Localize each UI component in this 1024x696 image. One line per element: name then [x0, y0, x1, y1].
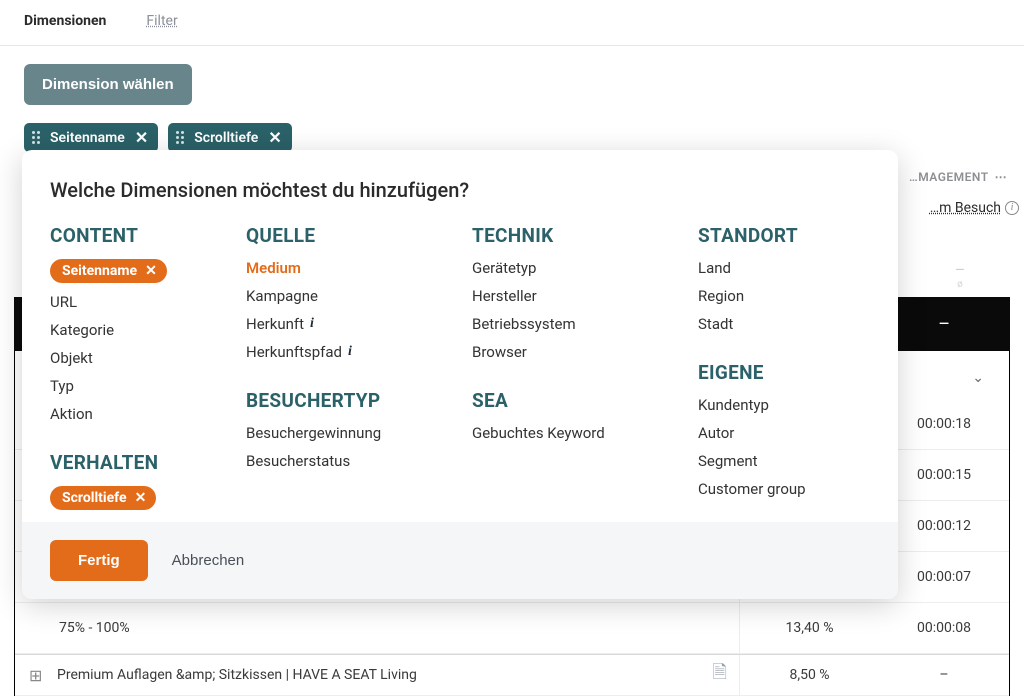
done-button[interactable]: Fertig	[50, 540, 148, 581]
option-land[interactable]: Land	[698, 259, 870, 277]
option-besuchergewinnung[interactable]: Besuchergewinnung	[246, 424, 456, 442]
option-label: Herkunftspfad	[246, 343, 342, 361]
choose-dimension-button[interactable]: Dimension wählen	[24, 64, 192, 105]
cancel-button[interactable]: Abbrechen	[172, 552, 245, 569]
table-row-expandable[interactable]: ⊞ Premium Auflagen &amp; Sitzkissen | HA…	[15, 654, 1009, 696]
info-icon[interactable]: i	[1005, 201, 1019, 215]
pill-label: Seitenname	[62, 263, 137, 279]
chip-seitenname[interactable]: Seitenname ✕	[24, 123, 158, 152]
row-label: Premium Auflagen &amp; Sitzkissen | HAVE…	[57, 667, 713, 683]
option-label: Herkunft	[246, 315, 304, 333]
row-label: 75% - 100%	[59, 620, 739, 636]
option-objekt[interactable]: Objekt	[50, 349, 230, 367]
option-geraetetyp[interactable]: Gerätetyp	[472, 259, 682, 277]
chip-scrolltiefe[interactable]: Scrolltiefe ✕	[168, 123, 292, 152]
option-herkunft[interactable]: Herkunft i	[246, 315, 456, 333]
option-kundentyp[interactable]: Kundentyp	[698, 396, 870, 414]
row-pct: 8,50 %	[739, 655, 879, 695]
option-autor[interactable]: Autor	[698, 424, 870, 442]
option-besucherstatus[interactable]: Besucherstatus	[246, 452, 456, 470]
bg-column-header-fragment: …MAGEMENT⋯	[909, 170, 1024, 184]
group-head-verhalten: VERHALTEN	[50, 451, 230, 474]
expand-icon[interactable]: ⊞	[29, 666, 49, 685]
dark-row-value: –	[938, 314, 950, 335]
option-stadt[interactable]: Stadt	[698, 315, 870, 333]
option-hersteller[interactable]: Hersteller	[472, 287, 682, 305]
chip-remove-icon[interactable]: ✕	[133, 130, 148, 146]
option-gebuchtes-keyword[interactable]: Gebuchtes Keyword	[472, 424, 682, 442]
option-kategorie[interactable]: Kategorie	[50, 321, 230, 339]
row-time: 00:00:08	[879, 603, 1009, 653]
group-head-besuchertyp: BESUCHERTYP	[246, 389, 456, 412]
dimension-picker-modal: Welche Dimensionen möchtest du hinzufüge…	[22, 150, 898, 599]
row-time: –	[879, 655, 1009, 695]
info-icon[interactable]: i	[348, 344, 352, 360]
table-row[interactable]: 75% - 100% 13,40 % 00:00:08	[15, 603, 1009, 654]
option-typ[interactable]: Typ	[50, 377, 230, 395]
option-region[interactable]: Region	[698, 287, 870, 305]
row-time: 00:00:15	[879, 450, 1009, 500]
group-head-eigene: EIGENE	[698, 361, 870, 384]
modal-footer: Fertig Abbrechen	[22, 522, 898, 599]
group-head-content: CONTENT	[50, 224, 230, 247]
pill-remove-icon[interactable]: ✕	[135, 490, 147, 506]
pill-remove-icon[interactable]: ✕	[145, 263, 157, 279]
group-head-quelle: QUELLE	[246, 224, 456, 247]
option-browser[interactable]: Browser	[472, 343, 682, 361]
bg-visits-link-fragment[interactable]: …m Besuchi	[930, 200, 1019, 216]
row-pct: 13,40 %	[739, 603, 879, 653]
info-icon[interactable]: i	[310, 316, 314, 332]
config-tabs: Dimensionen Filter	[0, 0, 1024, 46]
chip-remove-icon[interactable]: ✕	[266, 130, 281, 146]
pill-label: Scrolltiefe	[62, 490, 127, 506]
option-url[interactable]: URL	[50, 293, 230, 311]
bg-agg-cell: – ø	[896, 260, 1024, 290]
option-customer-group[interactable]: Customer group	[698, 480, 870, 498]
option-herkunftspfad[interactable]: Herkunftspfad i	[246, 343, 456, 361]
drag-handle-icon[interactable]	[30, 129, 42, 146]
row-time: 00:00:12	[879, 501, 1009, 551]
selected-dimension-chips: Seitenname ✕ Scrolltiefe ✕	[24, 123, 1000, 152]
chip-label: Scrolltiefe	[194, 130, 258, 146]
group-head-sea: SEA	[472, 389, 682, 412]
option-segment[interactable]: Segment	[698, 452, 870, 470]
tab-dimensions[interactable]: Dimensionen	[24, 0, 106, 46]
tab-filter[interactable]: Filter	[146, 0, 177, 46]
selected-pill-seitenname[interactable]: Seitenname ✕	[50, 259, 167, 283]
row-time: 00:00:07	[879, 552, 1009, 602]
option-aktion[interactable]: Aktion	[50, 405, 230, 423]
row-time	[879, 351, 1009, 399]
document-icon[interactable]: 🗎	[713, 660, 727, 690]
selected-pill-scrolltiefe[interactable]: Scrolltiefe ✕	[50, 486, 156, 510]
option-medium[interactable]: Medium	[246, 259, 456, 277]
option-betriebssystem[interactable]: Betriebssystem	[472, 315, 682, 333]
drag-handle-icon[interactable]	[174, 129, 186, 146]
chip-label: Seitenname	[50, 130, 125, 146]
option-kampagne[interactable]: Kampagne	[246, 287, 456, 305]
modal-title: Welche Dimensionen möchtest du hinzufüge…	[50, 178, 870, 202]
group-head-standort: STANDORT	[698, 224, 870, 247]
group-head-technik: TECHNIK	[472, 224, 682, 247]
controls-area: Dimension wählen Seitenname ✕ Scrolltief…	[0, 46, 1024, 162]
row-time: 00:00:18	[879, 399, 1009, 449]
